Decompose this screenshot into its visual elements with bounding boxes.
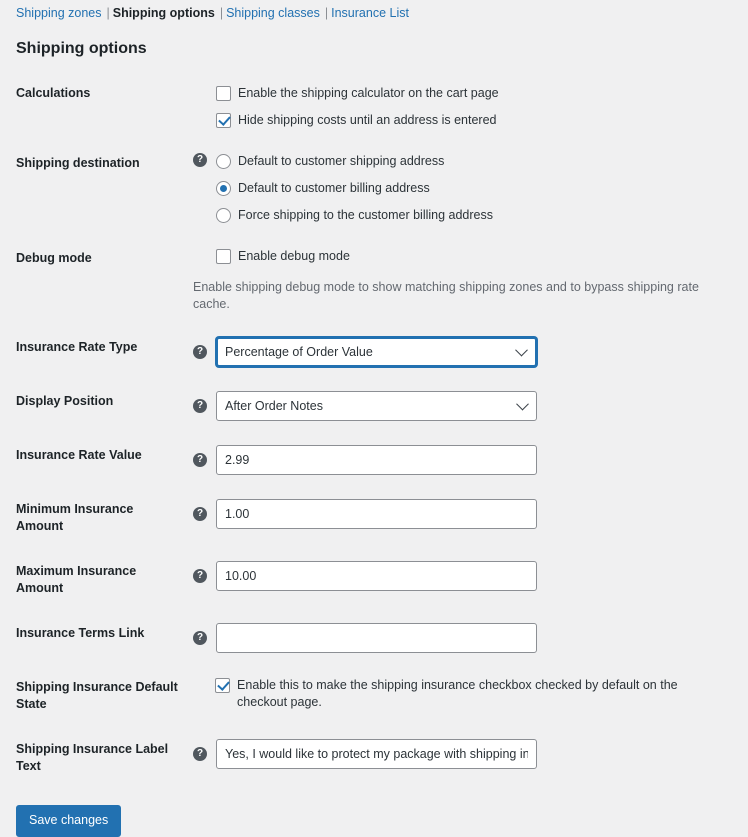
row-maximum-insurance-amount: Maximum Insurance Amount ? bbox=[8, 549, 740, 611]
select-insurance-rate-type-value: Percentage of Order Value bbox=[225, 345, 373, 359]
row-label-text: Shipping Insurance Label Text ? bbox=[8, 727, 740, 789]
radio-default-billing-address[interactable] bbox=[216, 181, 231, 196]
option-enable-shipping-calculator[interactable]: Enable the shipping calculator on the ca… bbox=[193, 85, 730, 102]
label-calculations: Calculations bbox=[16, 86, 91, 100]
debug-mode-description: Enable shipping debug mode to show match… bbox=[193, 280, 699, 311]
input-insurance-terms-link[interactable] bbox=[216, 623, 537, 653]
help-icon[interactable]: ? bbox=[193, 345, 207, 359]
label-default-shipping-address[interactable]: Default to customer shipping address bbox=[238, 153, 444, 170]
label-shipping-destination: Shipping destination bbox=[16, 156, 140, 170]
label-insurance-terms-link: Insurance Terms Link bbox=[16, 626, 145, 640]
help-icon[interactable]: ? bbox=[193, 399, 207, 413]
checkbox-default-state[interactable] bbox=[215, 678, 231, 693]
row-calculations: Calculations Enable the shipping calcula… bbox=[8, 73, 740, 141]
label-minimum-insurance-amount: Minimum Insurance Amount bbox=[16, 502, 134, 533]
label-enable-debug-mode[interactable]: Enable debug mode bbox=[238, 248, 350, 265]
option-default-billing-address[interactable]: Default to customer billing address bbox=[193, 180, 730, 197]
label-default-state: Shipping Insurance Default State bbox=[16, 680, 178, 711]
label-hide-shipping-costs[interactable]: Hide shipping costs until an address is … bbox=[238, 112, 496, 129]
label-insurance-rate-value: Insurance Rate Value bbox=[16, 448, 142, 462]
label-insurance-rate-type: Insurance Rate Type bbox=[16, 340, 138, 354]
page-title: Shipping options bbox=[16, 40, 147, 57]
row-debug-mode: Debug mode Enable debug mode Enable ship… bbox=[8, 236, 740, 325]
label-maximum-insurance-amount: Maximum Insurance Amount bbox=[16, 564, 137, 595]
subnav-link-shipping-classes[interactable]: Shipping classes bbox=[226, 6, 320, 20]
row-display-position: Display Position ? After Order Notes bbox=[8, 379, 740, 433]
help-icon[interactable]: ? bbox=[193, 631, 207, 645]
select-display-position-value: After Order Notes bbox=[225, 399, 323, 413]
chevron-down-icon bbox=[515, 343, 528, 357]
checkbox-enable-shipping-calculator[interactable] bbox=[216, 86, 231, 101]
input-insurance-rate-value[interactable] bbox=[216, 445, 537, 475]
select-insurance-rate-type[interactable]: Percentage of Order Value bbox=[216, 337, 537, 367]
subnav-link-insurance-list[interactable]: Insurance List bbox=[331, 6, 409, 20]
shipping-options-form: Calculations Enable the shipping calcula… bbox=[8, 73, 740, 789]
subnav-separator: | bbox=[106, 6, 110, 20]
option-enable-debug-mode[interactable]: Enable debug mode bbox=[193, 248, 730, 265]
input-label-text[interactable] bbox=[216, 739, 537, 769]
input-maximum-insurance-amount[interactable] bbox=[216, 561, 537, 591]
subnav-link-shipping-options[interactable]: Shipping options bbox=[113, 6, 215, 20]
shipping-options-page: Shipping zones | Shipping options | Shipping… bbox=[0, 0, 748, 837]
row-default-state: Shipping Insurance Default State Enable … bbox=[8, 665, 740, 727]
input-minimum-insurance-amount[interactable] bbox=[216, 499, 537, 529]
radio-default-shipping-address[interactable] bbox=[216, 154, 231, 169]
radio-force-billing-address[interactable] bbox=[216, 208, 231, 223]
row-insurance-terms-link: Insurance Terms Link ? bbox=[8, 611, 740, 665]
checkbox-enable-debug-mode[interactable] bbox=[216, 249, 231, 264]
subnav: Shipping zones | Shipping options | Shipping… bbox=[8, 0, 740, 21]
subnav-link-shipping-zones[interactable]: Shipping zones bbox=[16, 6, 101, 20]
help-icon[interactable]: ? bbox=[193, 453, 207, 467]
checkbox-hide-shipping-costs[interactable] bbox=[216, 113, 231, 128]
save-changes-button[interactable]: Save changes bbox=[16, 805, 122, 837]
help-icon[interactable]: ? bbox=[193, 153, 207, 167]
option-default-state[interactable]: Enable this to make the shipping insuran… bbox=[193, 677, 730, 711]
option-default-shipping-address[interactable]: ? Default to customer shipping address bbox=[193, 153, 730, 170]
help-icon[interactable]: ? bbox=[193, 569, 207, 583]
row-shipping-destination: Shipping destination ? Default to custom… bbox=[8, 141, 740, 236]
chevron-down-icon bbox=[516, 397, 529, 411]
submit-area: Save changes bbox=[8, 789, 740, 837]
label-default-billing-address[interactable]: Default to customer billing address bbox=[238, 180, 430, 197]
help-icon[interactable]: ? bbox=[193, 747, 207, 761]
label-label-text: Shipping Insurance Label Text bbox=[16, 742, 169, 773]
help-icon[interactable]: ? bbox=[193, 507, 207, 521]
option-force-billing-address[interactable]: Force shipping to the customer billing a… bbox=[193, 207, 730, 224]
label-debug-mode: Debug mode bbox=[16, 251, 92, 265]
row-insurance-rate-type: Insurance Rate Type ? Percentage of Orde… bbox=[8, 325, 740, 379]
label-force-billing-address[interactable]: Force shipping to the customer billing a… bbox=[238, 207, 493, 224]
label-enable-shipping-calculator[interactable]: Enable the shipping calculator on the ca… bbox=[238, 85, 499, 102]
select-display-position[interactable]: After Order Notes bbox=[216, 391, 537, 421]
label-default-state-checkbox[interactable]: Enable this to make the shipping insuran… bbox=[237, 677, 730, 711]
row-minimum-insurance-amount: Minimum Insurance Amount ? bbox=[8, 487, 740, 549]
subnav-separator: | bbox=[324, 6, 329, 20]
row-insurance-rate-value: Insurance Rate Value ? bbox=[8, 433, 740, 487]
option-hide-shipping-costs[interactable]: Hide shipping costs until an address is … bbox=[193, 112, 730, 129]
label-display-position: Display Position bbox=[16, 394, 114, 408]
subnav-separator: | bbox=[219, 6, 224, 20]
